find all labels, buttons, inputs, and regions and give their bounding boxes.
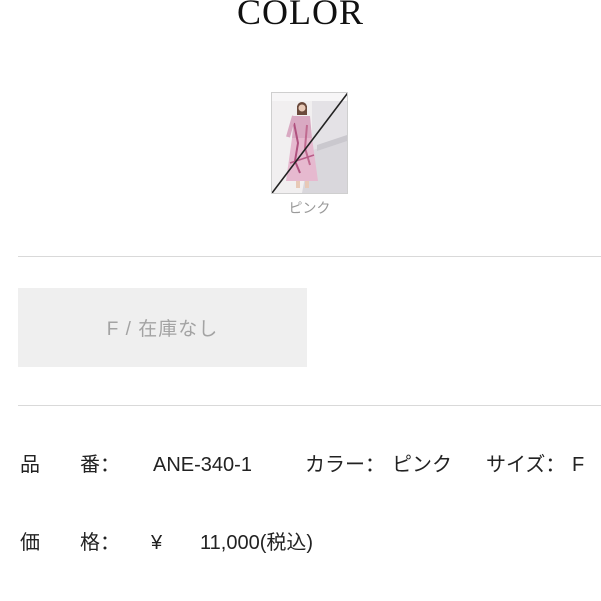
product-number-value: ANE-340-1 xyxy=(153,454,252,476)
price-value: 11,000(税込) xyxy=(200,532,314,554)
color-swatch-pink[interactable] xyxy=(271,92,348,194)
size-value: F xyxy=(572,454,585,476)
size-option-button[interactable]: F / 在庫なし xyxy=(18,288,307,367)
color-heading: COLOR xyxy=(236,0,364,32)
color-label: カラー： xyxy=(305,454,385,476)
color-swatch-label: ピンク xyxy=(288,200,331,216)
product-number-label: 品 番： xyxy=(20,454,120,476)
price-label: 価 格： xyxy=(20,532,120,554)
divider xyxy=(18,405,601,406)
divider xyxy=(18,256,601,257)
color-value: ピンク xyxy=(392,454,452,476)
product-photo-thumbnail xyxy=(272,93,347,193)
size-label: サイズ： xyxy=(486,454,566,476)
price-currency: ¥ xyxy=(151,532,163,554)
